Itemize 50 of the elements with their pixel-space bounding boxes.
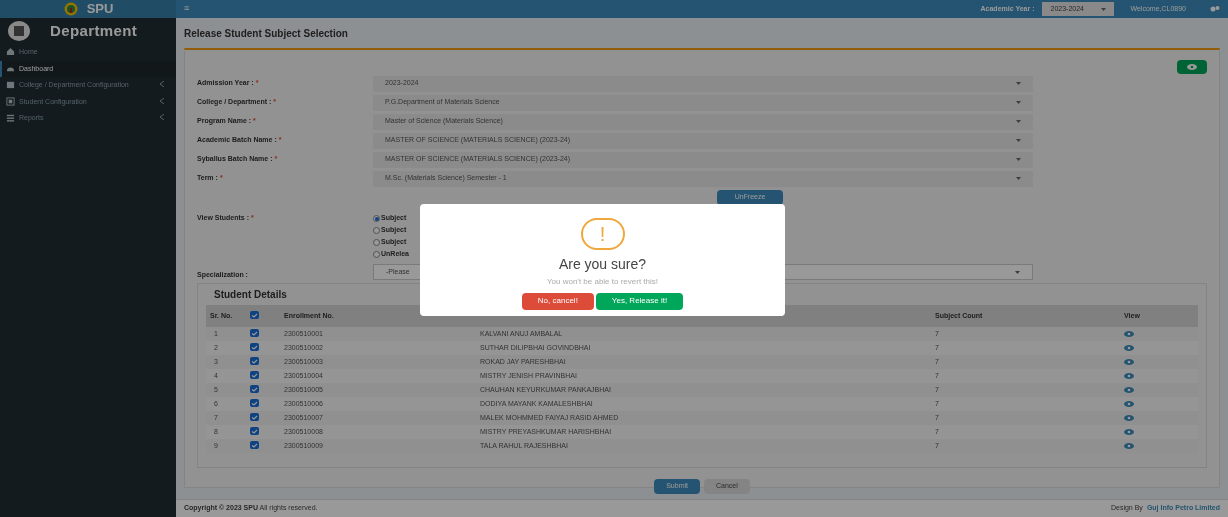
caret-icon	[1016, 177, 1021, 180]
caret-icon	[1016, 82, 1021, 85]
cancel-button[interactable]: No, cancel!	[521, 292, 594, 310]
checkbox[interactable]	[250, 399, 259, 408]
checkbox[interactable]	[250, 441, 259, 450]
checkbox[interactable]	[250, 357, 259, 366]
checkbox[interactable]	[250, 371, 259, 380]
eye-icon[interactable]	[1124, 373, 1134, 379]
dialog-text: You won't be able to revert this!	[546, 275, 659, 288]
eye-icon[interactable]	[1124, 443, 1134, 449]
building-icon	[8, 21, 30, 41]
caret-icon	[1015, 270, 1020, 274]
warning-icon: !	[580, 218, 625, 250]
checkbox[interactable]	[250, 413, 259, 422]
eye-icon[interactable]	[1124, 401, 1134, 407]
eye-icon[interactable]	[1124, 387, 1134, 393]
eye-icon[interactable]	[1124, 429, 1134, 435]
checkbox[interactable]	[250, 311, 259, 320]
checkbox[interactable]	[250, 385, 259, 394]
logo-icon	[62, 2, 79, 16]
eye-icon[interactable]	[1124, 331, 1134, 337]
gears-icon[interactable]	[1210, 5, 1220, 13]
list-icon	[6, 113, 15, 122]
id-card-icon	[6, 96, 15, 106]
brand-name: SPU	[86, 0, 114, 19]
checkbox[interactable]	[250, 329, 259, 338]
eye-icon[interactable]	[1124, 345, 1134, 351]
radio-button[interactable]	[373, 239, 380, 246]
eye-icon[interactable]	[1124, 359, 1134, 365]
radio-button[interactable]	[373, 227, 380, 234]
caret-icon	[1016, 139, 1021, 142]
radio-button[interactable]	[373, 251, 380, 258]
checkbox[interactable]	[250, 427, 259, 436]
view-button[interactable]	[1177, 60, 1207, 74]
sidebar-title: Department	[50, 20, 138, 41]
caret-icon	[1016, 158, 1021, 161]
caret-icon	[1101, 7, 1107, 11]
dialog-title: Are you sure?	[558, 256, 647, 274]
bank-icon	[6, 80, 15, 89]
eye-icon	[1187, 64, 1197, 70]
section-title: Student Details	[214, 288, 287, 301]
radio-button[interactable]	[373, 215, 380, 222]
checkbox[interactable]	[250, 343, 259, 352]
menu-icon[interactable]: ≡	[184, 2, 190, 16]
caret-icon	[1016, 101, 1021, 104]
caret-icon	[1016, 120, 1021, 123]
home-icon	[6, 47, 15, 56]
eye-icon[interactable]	[1124, 415, 1134, 421]
page-title: Release Student Subject Selection	[184, 26, 348, 41]
confirm-button[interactable]: Yes, Release it!	[595, 292, 684, 310]
